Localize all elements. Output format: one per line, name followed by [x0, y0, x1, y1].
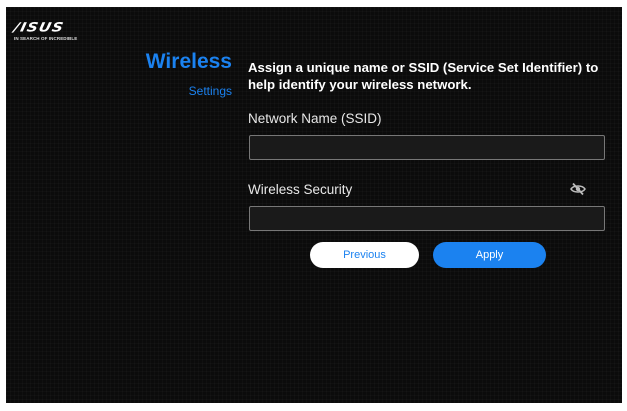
security-key-input[interactable]: [249, 206, 605, 231]
ssid-label: Network Name (SSID): [248, 111, 382, 126]
section-subtitle: Settings: [188, 84, 232, 98]
previous-button[interactable]: Previous: [310, 242, 419, 268]
section-title: Wireless: [145, 50, 232, 73]
logo-wordmark: /ISUS: [12, 19, 66, 35]
setup-panel: /ISUS IN SEARCH OF INCREDIBLE Wireless S…: [6, 7, 622, 403]
instructions-text: Assign a unique name or SSID (Service Se…: [248, 60, 599, 92]
apply-button[interactable]: Apply: [433, 242, 546, 268]
security-label: Wireless Security: [248, 182, 353, 197]
eye-slash-icon[interactable]: [570, 182, 586, 196]
logo-tagline: IN SEARCH OF INCREDIBLE: [14, 36, 78, 41]
asus-logo: /ISUS IN SEARCH OF INCREDIBLE: [12, 19, 84, 44]
ssid-input[interactable]: [249, 135, 605, 160]
